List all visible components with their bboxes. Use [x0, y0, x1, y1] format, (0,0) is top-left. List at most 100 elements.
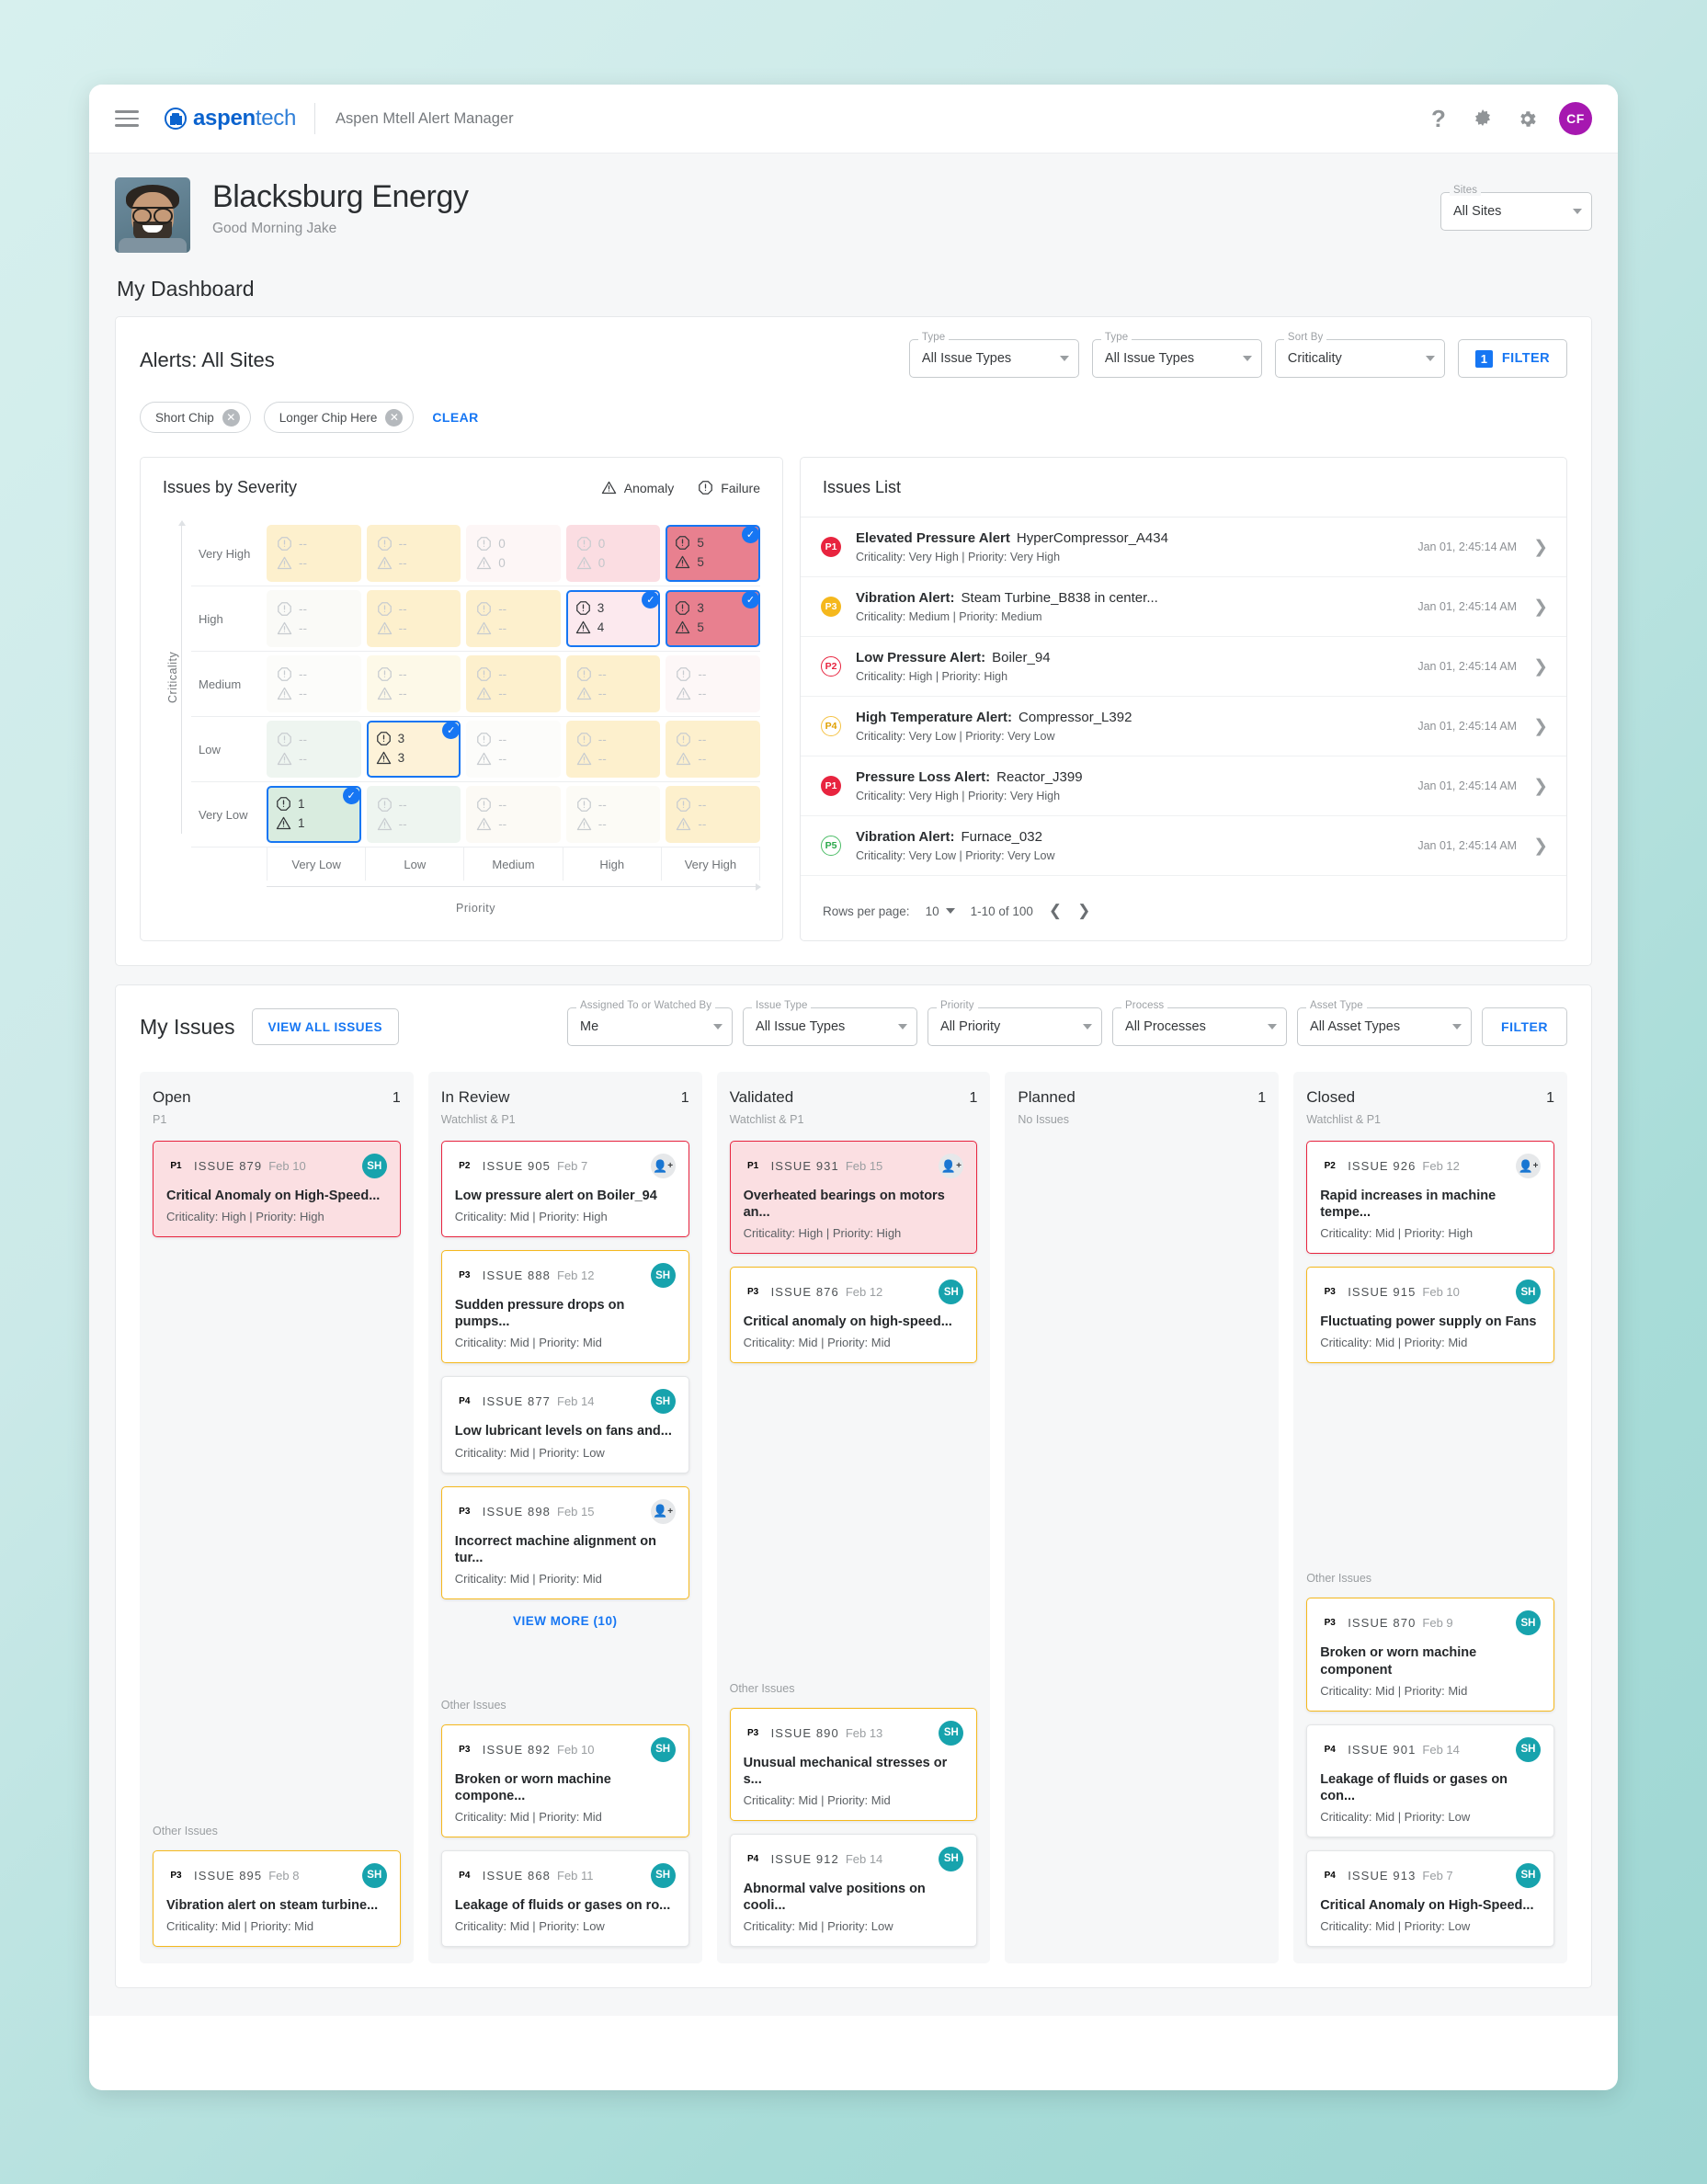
- matrix-cell[interactable]: -- --: [466, 655, 561, 712]
- issue-card[interactable]: P4 ISSUE 877 Feb 14 SH Low lubricant levels …: [440, 1376, 689, 1473]
- issue-card[interactable]: P1 ISSUE 879 Feb 10 SH Critical Anomaly on H…: [153, 1141, 401, 1238]
- matrix-cell[interactable]: -- --: [466, 590, 561, 647]
- view-all-issues-button[interactable]: VIEW ALL ISSUES: [251, 1008, 400, 1045]
- issue-card[interactable]: P4 ISSUE 868 Feb 11 SH Leakage of fluids or …: [440, 1849, 689, 1947]
- matrix-cell[interactable]: -- --: [666, 721, 760, 778]
- help-icon[interactable]: ?: [1427, 107, 1451, 131]
- view-more-button[interactable]: VIEW MORE (10): [441, 1599, 689, 1630]
- add-person-icon[interactable]: 👤 +: [650, 1154, 676, 1178]
- matrix-cell[interactable]: -- --: [267, 525, 361, 582]
- sites-select[interactable]: Sites All Sites: [1440, 185, 1592, 231]
- close-icon[interactable]: ✕: [385, 408, 404, 427]
- user-avatar[interactable]: CF: [1559, 102, 1592, 135]
- matrix-cell[interactable]: -- --: [267, 590, 361, 647]
- issue-card[interactable]: P2 ISSUE 926 Feb 12 👤 + Rapid increases in ma…: [1306, 1141, 1554, 1255]
- matrix-cell[interactable]: -- --: [466, 786, 561, 843]
- chevron-right-icon[interactable]: ❯: [1533, 718, 1548, 735]
- issue-list-row[interactable]: P3 Vibration Alert: Steam Turbine_B838 in …: [801, 577, 1566, 637]
- my-issues-select-0[interactable]: Assigned To or Watched By Me: [567, 1000, 734, 1046]
- issue-card[interactable]: P3 ISSUE 890 Feb 13 SH Unusual mechanical st…: [729, 1707, 978, 1821]
- assignee-avatar[interactable]: SH: [650, 1862, 676, 1888]
- chevron-right-icon[interactable]: ❯: [1533, 598, 1548, 616]
- matrix-cell[interactable]: -- --: [267, 655, 361, 712]
- assignee-avatar[interactable]: SH: [1515, 1610, 1541, 1636]
- assignee-avatar[interactable]: SH: [1515, 1280, 1541, 1305]
- matrix-cell[interactable]: -- --: [666, 786, 760, 843]
- my-issues-select-4[interactable]: Asset Type All Asset Types: [1297, 1000, 1473, 1046]
- assignee-avatar[interactable]: SH: [1515, 1862, 1541, 1888]
- matrix-cell[interactable]: ✓ 1 1: [267, 786, 361, 843]
- matrix-cell[interactable]: ✓ 3 3: [366, 721, 461, 778]
- my-issues-filter-button[interactable]: FILTER: [1482, 1007, 1567, 1046]
- issue-card[interactable]: P1 ISSUE 931 Feb 15 👤 + Overheated bearings o…: [729, 1141, 978, 1255]
- matrix-cell[interactable]: 00: [466, 525, 561, 582]
- matrix-cell[interactable]: -- --: [366, 525, 461, 582]
- matrix-cell[interactable]: 00: [565, 525, 661, 582]
- issue-list-row[interactable]: P1 Pressure Loss Alert: Reactor_J399 Critic…: [801, 756, 1566, 816]
- assignee-avatar[interactable]: SH: [939, 1846, 964, 1871]
- issue-list-row[interactable]: P4 High Temperature Alert: Compressor_L392…: [801, 697, 1566, 756]
- issue-list-row[interactable]: P5 Vibration Alert: Furnace_032 Criticality…: [801, 816, 1566, 876]
- assignee-avatar[interactable]: SH: [1515, 1736, 1541, 1762]
- issue-card[interactable]: P3 ISSUE 898 Feb 15 👤 + Incorrect machine ali…: [440, 1485, 689, 1599]
- matrix-cell[interactable]: -- --: [565, 655, 661, 712]
- assignee-avatar[interactable]: SH: [650, 1389, 676, 1415]
- matrix-cell[interactable]: ✓ 5 5: [666, 525, 760, 582]
- matrix-cell[interactable]: -- --: [366, 590, 461, 647]
- chevron-right-icon[interactable]: ❯: [1533, 658, 1548, 676]
- dark-mode-icon[interactable]: [1471, 107, 1495, 131]
- other-issues-label: Other Issues: [1306, 1572, 1372, 1586]
- issue-card[interactable]: P4 ISSUE 912 Feb 14 SH Abnormal valve positi…: [729, 1833, 978, 1947]
- gear-icon[interactable]: [1515, 107, 1539, 131]
- chevron-right-icon[interactable]: ❯: [1533, 778, 1548, 795]
- matrix-cell[interactable]: -- --: [565, 786, 661, 843]
- my-issues-select-3[interactable]: Process All Processes: [1112, 1000, 1288, 1046]
- chevron-right-icon[interactable]: ❯: [1533, 837, 1548, 855]
- issue-card[interactable]: P3 ISSUE 895 Feb 8 SH Vibration alert on ste…: [153, 1849, 401, 1947]
- assignee-avatar[interactable]: SH: [650, 1736, 676, 1762]
- assignee-avatar[interactable]: SH: [361, 1154, 387, 1178]
- issue-list-row[interactable]: P1 Elevated Pressure Alert HyperCompressor…: [801, 518, 1566, 577]
- issue-card[interactable]: P3 ISSUE 915 Feb 10 SH Fluctuating power sup…: [1306, 1267, 1554, 1364]
- issue-card[interactable]: P3 ISSUE 888 Feb 12 SH Sudden pressure drops…: [440, 1250, 689, 1364]
- add-person-icon[interactable]: 👤 +: [1515, 1154, 1541, 1178]
- matrix-cell[interactable]: -- --: [666, 655, 760, 712]
- issue-card[interactable]: P4 ISSUE 901 Feb 14 SH Leakage of fluids or …: [1306, 1723, 1554, 1837]
- matrix-cell[interactable]: ✓ 3 4: [565, 590, 661, 647]
- issue-card[interactable]: P3 ISSUE 892 Feb 10 SH Broken or worn machin…: [440, 1723, 689, 1837]
- issue-card[interactable]: P4 ISSUE 913 Feb 7 SH Critical Anomaly on Hi…: [1306, 1849, 1554, 1947]
- matrix-cell[interactable]: ✓ 3 5: [666, 590, 760, 647]
- filter-chip[interactable]: Short Chip ✕: [140, 402, 251, 433]
- add-person-icon[interactable]: 👤 +: [939, 1154, 964, 1178]
- matrix-cell[interactable]: -- --: [565, 721, 661, 778]
- close-icon[interactable]: ✕: [222, 408, 240, 427]
- issue-meta: Criticality: Medium | Priority: Medium: [856, 610, 1042, 623]
- next-page-button[interactable]: ❯: [1077, 902, 1090, 920]
- issue-card[interactable]: P3 ISSUE 870 Feb 9 SH Broken or worn machine…: [1306, 1598, 1554, 1712]
- alerts-filter-button[interactable]: 1 FILTER: [1457, 339, 1567, 378]
- matrix-cell[interactable]: -- --: [366, 655, 461, 712]
- matrix-cell[interactable]: -- --: [466, 721, 561, 778]
- my-issues-select-2[interactable]: Priority All Priority: [927, 1000, 1103, 1046]
- issue-card-meta: Criticality: Mid | Priority: Low: [454, 1919, 605, 1933]
- alerts-select-0[interactable]: Type All Issue Types: [908, 332, 1079, 378]
- issue-card[interactable]: P3 ISSUE 876 Feb 12 SH Critical anomaly on h…: [729, 1267, 978, 1364]
- prev-page-button[interactable]: ❮: [1049, 902, 1062, 920]
- assignee-avatar[interactable]: SH: [939, 1280, 964, 1305]
- add-person-icon[interactable]: 👤 +: [650, 1498, 676, 1524]
- my-issues-select-1[interactable]: Issue Type All Issue Types: [743, 1000, 918, 1046]
- matrix-cell[interactable]: -- --: [366, 786, 461, 843]
- alerts-select-1[interactable]: Type All Issue Types: [1091, 332, 1262, 378]
- assignee-avatar[interactable]: SH: [650, 1263, 676, 1289]
- matrix-cell[interactable]: -- --: [267, 721, 361, 778]
- alerts-select-2[interactable]: Sort By Criticality: [1274, 332, 1445, 378]
- hamburger-icon[interactable]: [115, 110, 139, 127]
- rows-per-page-select[interactable]: 10: [926, 904, 955, 918]
- chevron-right-icon[interactable]: ❯: [1533, 539, 1548, 556]
- issue-list-row[interactable]: P2 Low Pressure Alert: Boiler_94 Criticalit…: [801, 637, 1566, 697]
- assignee-avatar[interactable]: SH: [939, 1720, 964, 1746]
- issue-card[interactable]: P2 ISSUE 905 Feb 7 👤 + Low pressure alert on …: [440, 1141, 689, 1238]
- filter-chip[interactable]: Longer Chip Here ✕: [263, 402, 415, 433]
- assignee-avatar[interactable]: SH: [361, 1862, 387, 1888]
- clear-filters-link[interactable]: CLEAR: [432, 410, 478, 425]
